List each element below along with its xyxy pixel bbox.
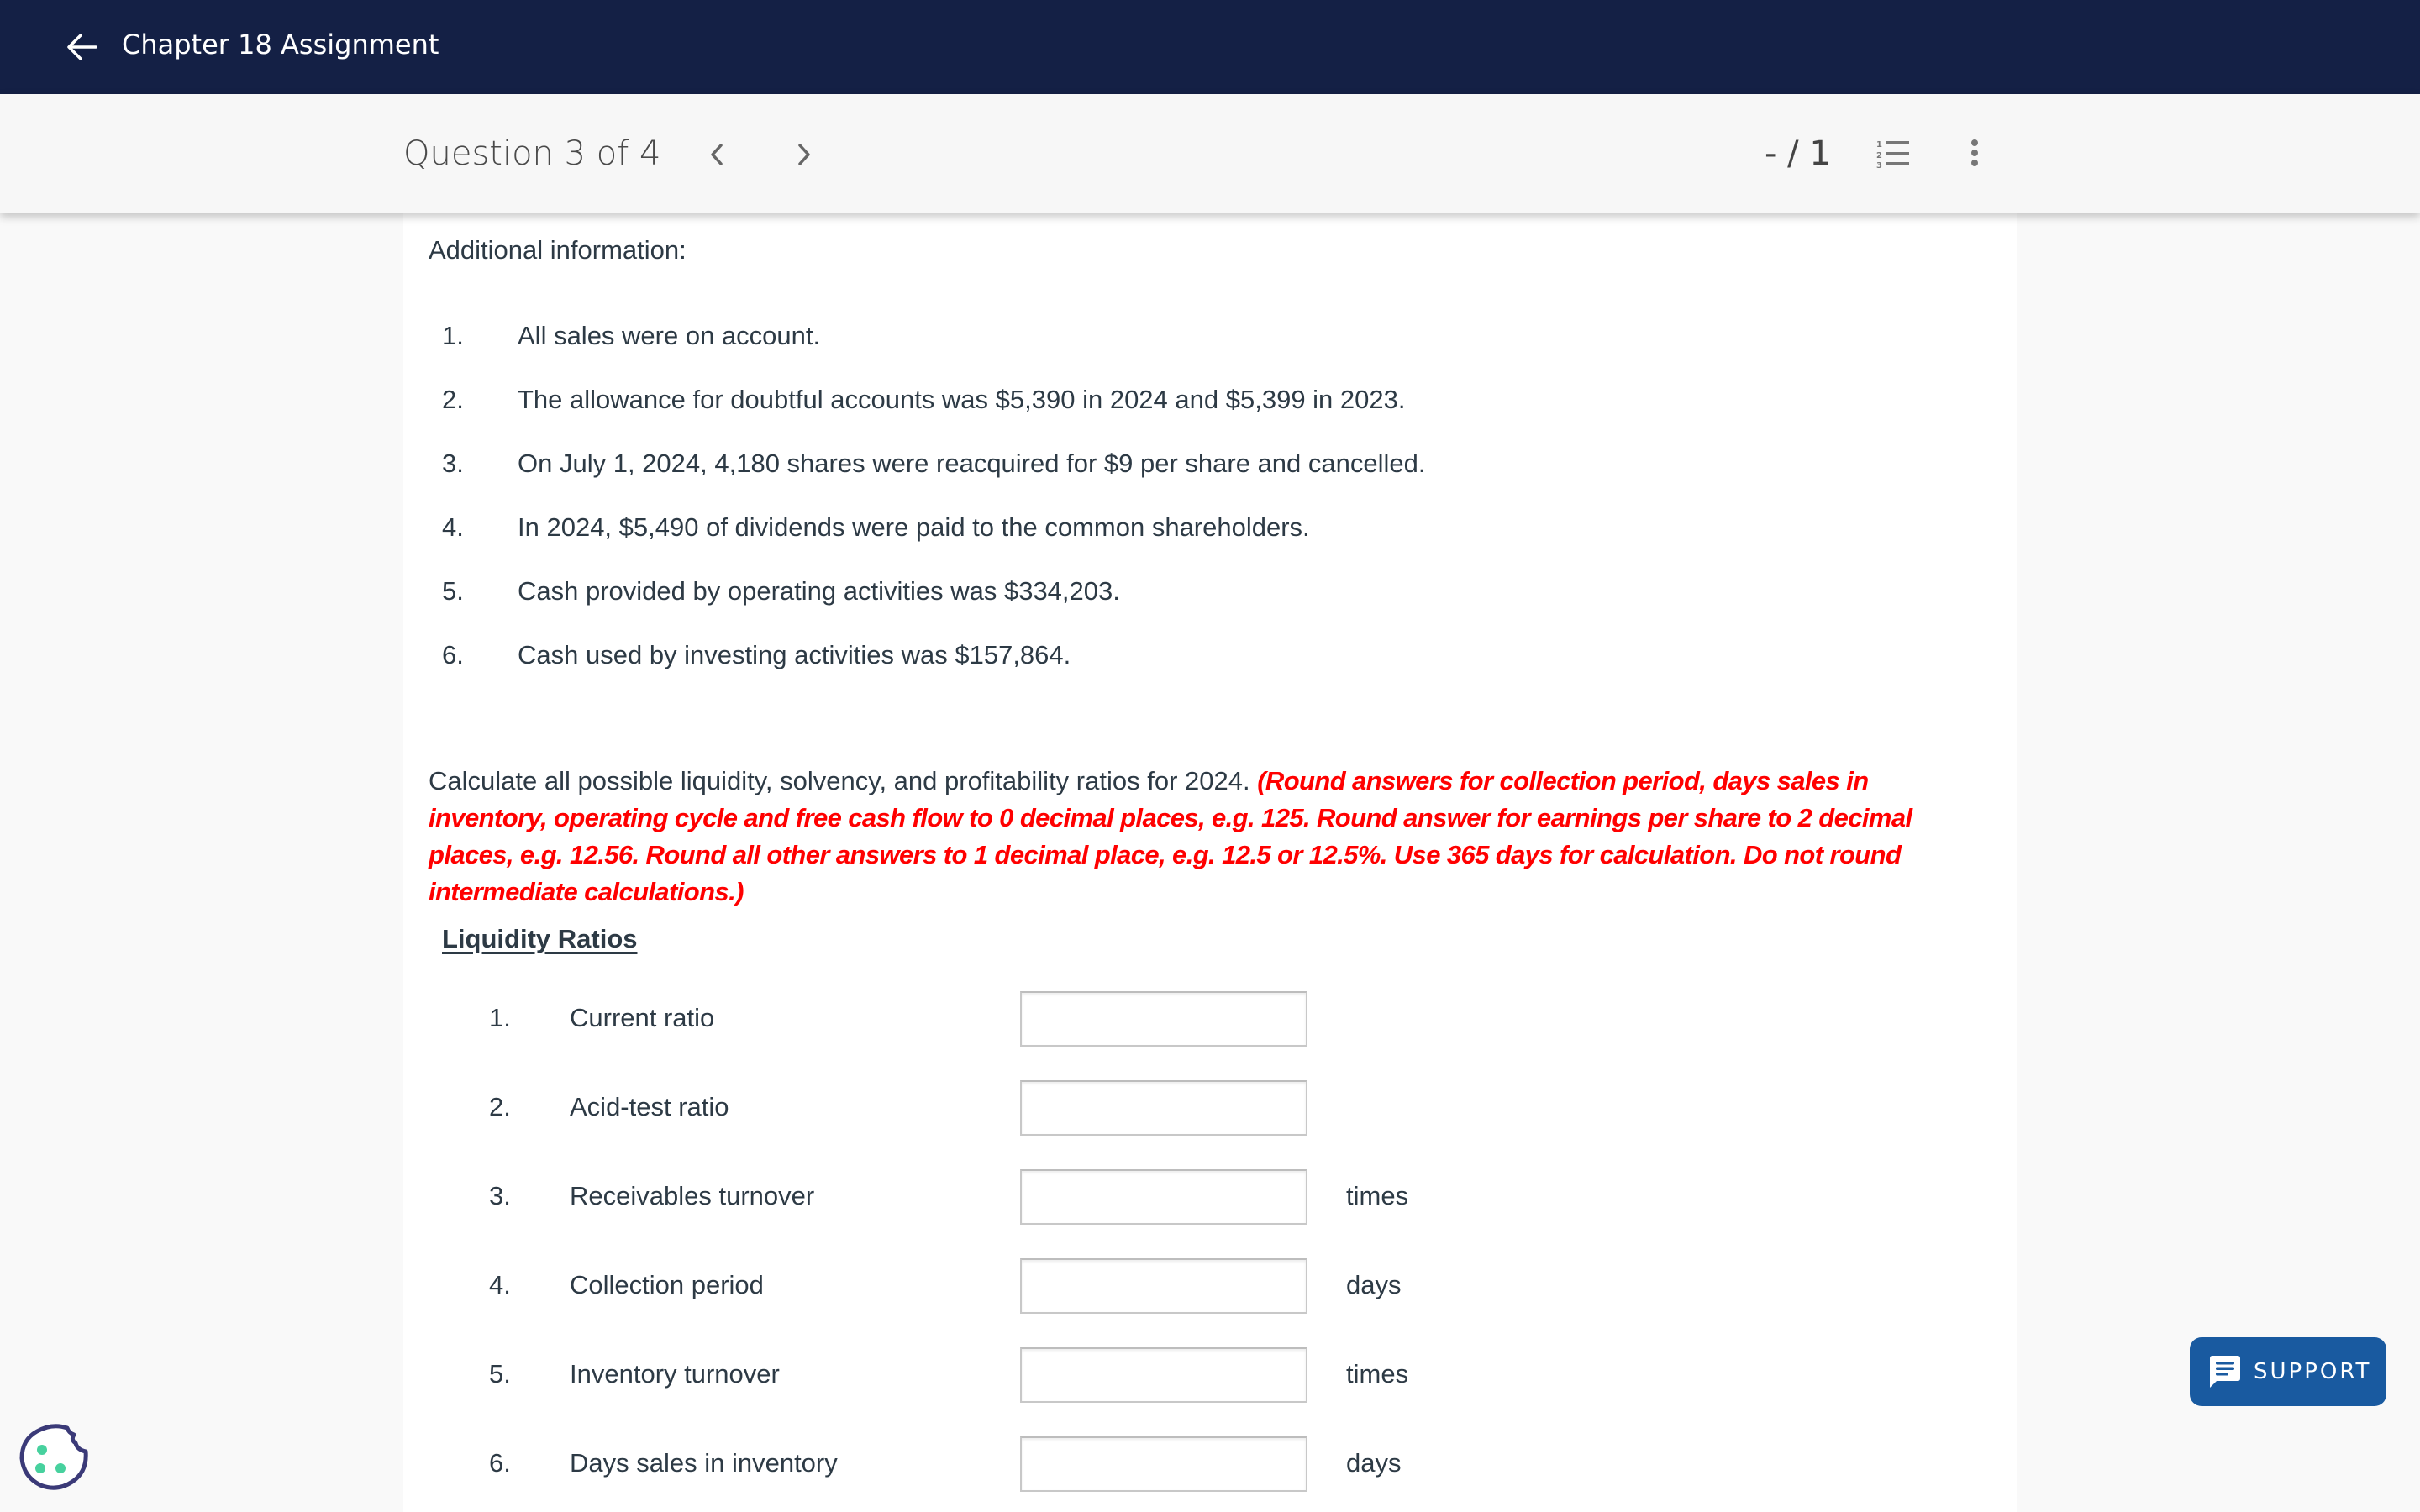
ratio-number: 4. xyxy=(489,1270,511,1299)
inventory-turnover-input[interactable] xyxy=(1020,1347,1307,1403)
instruction-text: Calculate all possible liquidity, solven… xyxy=(429,766,1258,795)
ratio-row: 6. Days sales in inventory days xyxy=(403,1436,2017,1492)
ratio-number: 2. xyxy=(489,1092,511,1121)
svg-text:2: 2 xyxy=(1876,151,1882,160)
question-content: Additional information: 1. All sales wer… xyxy=(403,213,2017,1512)
chevron-right-icon xyxy=(798,144,810,165)
collection-period-input[interactable] xyxy=(1020,1258,1307,1314)
info-number: 5. xyxy=(442,576,464,606)
ratio-number: 5. xyxy=(489,1359,511,1389)
next-question-button[interactable] xyxy=(787,136,821,173)
ratio-unit: days xyxy=(1346,1448,1402,1478)
ratio-row: 1. Current ratio xyxy=(403,991,2017,1047)
ratio-number: 6. xyxy=(489,1448,511,1478)
svg-text:1: 1 xyxy=(1876,140,1882,150)
additional-info-heading: Additional information: xyxy=(429,235,687,265)
section-title-liquidity: Liquidity Ratios xyxy=(442,924,638,953)
more-vertical-icon xyxy=(1971,139,1978,166)
ratio-number: 1. xyxy=(489,1003,511,1032)
cookie-settings-button[interactable] xyxy=(17,1421,89,1494)
svg-text:3: 3 xyxy=(1876,161,1882,171)
ratio-label: Acid-test ratio xyxy=(570,1092,729,1121)
info-text: Cash used by investing activities was $1… xyxy=(518,640,1071,669)
info-text: Cash provided by operating activities wa… xyxy=(518,576,1120,606)
cookie-icon xyxy=(19,1424,88,1490)
current-ratio-input[interactable] xyxy=(1020,991,1307,1047)
back-button[interactable] xyxy=(60,25,104,69)
info-text: The allowance for doubtful accounts was … xyxy=(518,385,1406,414)
previous-question-button[interactable] xyxy=(700,136,734,173)
numbered-list-icon: 1 2 3 xyxy=(1876,140,1909,171)
question-instructions: Calculate all possible liquidity, solven… xyxy=(429,763,1991,911)
ratio-unit: times xyxy=(1346,1359,1409,1389)
info-text: All sales were on account. xyxy=(518,321,821,350)
top-bar: Chapter 18 Assignment xyxy=(0,0,2420,94)
question-bar: Question 3 of 4 - / 1 1 2 3 xyxy=(0,94,2420,213)
info-number: 1. xyxy=(442,321,464,350)
days-sales-in-inventory-input[interactable] xyxy=(1020,1436,1307,1492)
ratio-row: 5. Inventory turnover times xyxy=(403,1347,2017,1403)
chat-icon xyxy=(2210,1356,2240,1388)
ratio-label: Receivables turnover xyxy=(570,1181,815,1210)
score-display: - / 1 xyxy=(1765,134,1831,173)
question-list-button[interactable]: 1 2 3 xyxy=(1876,138,1912,171)
ratio-label: Current ratio xyxy=(570,1003,715,1032)
support-label: SUPPORT xyxy=(2254,1359,2372,1384)
receivables-turnover-input[interactable] xyxy=(1020,1169,1307,1225)
info-number: 3. xyxy=(442,449,464,478)
info-number: 4. xyxy=(442,512,464,542)
ratio-unit: times xyxy=(1346,1181,1409,1210)
more-options-button[interactable] xyxy=(1965,136,1985,173)
ratio-label: Collection period xyxy=(570,1270,764,1299)
ratio-label: Days sales in inventory xyxy=(570,1448,838,1478)
ratio-row: 3. Receivables turnover times xyxy=(403,1169,2017,1225)
ratio-row: 2. Acid-test ratio xyxy=(403,1080,2017,1136)
ratio-row: 4. Collection period days xyxy=(403,1258,2017,1314)
ratio-number: 3. xyxy=(489,1181,511,1210)
info-number: 6. xyxy=(442,640,464,669)
ratio-label: Inventory turnover xyxy=(570,1359,780,1389)
question-counter: Question 3 of 4 xyxy=(403,134,661,173)
acid-test-ratio-input[interactable] xyxy=(1020,1080,1307,1136)
ratio-unit: days xyxy=(1346,1270,1402,1299)
info-text: On July 1, 2024, 4,180 shares were reacq… xyxy=(518,449,1426,478)
info-number: 2. xyxy=(442,385,464,414)
chevron-left-icon xyxy=(711,144,723,165)
arrow-left-icon xyxy=(67,34,97,60)
support-button[interactable]: SUPPORT xyxy=(2190,1337,2386,1406)
assignment-title: Chapter 18 Assignment xyxy=(122,29,439,60)
info-text: In 2024, $5,490 of dividends were paid t… xyxy=(518,512,1310,542)
